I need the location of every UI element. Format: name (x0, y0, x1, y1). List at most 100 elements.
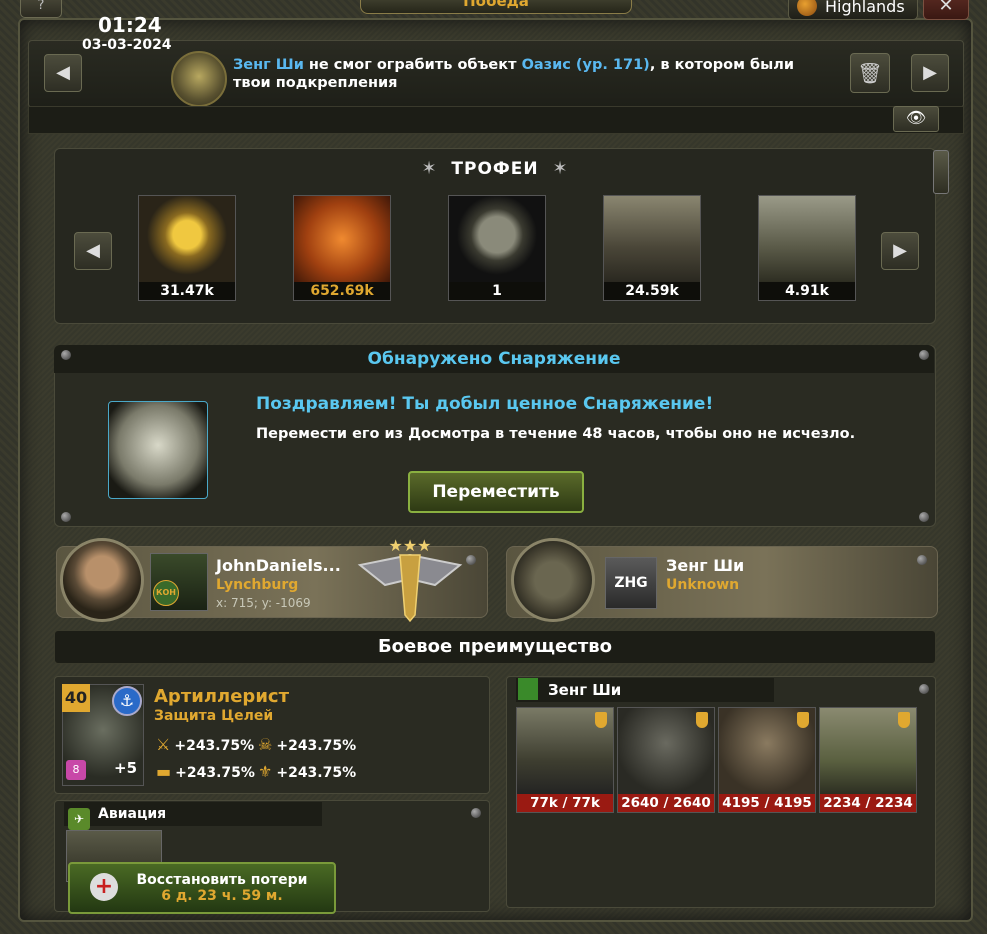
server-name: Highlands (825, 0, 905, 16)
unit-plus: +5 (114, 759, 138, 777)
bonus-attack: ⚔ +243.75% (156, 735, 254, 754)
bonus-defense: ⚜ +243.75% (258, 762, 356, 781)
defender-name[interactable]: Зенг Ши (666, 556, 744, 575)
trophies-title-text: ТРОФЕИ (451, 159, 539, 179)
arrow-left-icon: ◀ (86, 240, 100, 261)
rank-badge: 8 (66, 760, 86, 780)
shield-icon (696, 712, 708, 728)
help-button[interactable]: ? (20, 0, 62, 18)
svg-text:★★★: ★★★ (388, 536, 431, 555)
close-button[interactable]: ✕ (923, 0, 969, 20)
rivet-icon (919, 350, 929, 360)
trophy-tile[interactable]: 31.47k (138, 195, 236, 301)
report-date: 03-03-2024 (82, 37, 172, 53)
shield-icon (797, 712, 809, 728)
unit-count: 2234 / 2234 (820, 794, 916, 812)
winged-rank-emblem-icon: ★★★ (357, 536, 463, 623)
aviation-wings-icon: ✈ (68, 808, 90, 830)
rivet-icon (919, 512, 929, 522)
equipment-congrats: Поздравляем! Ты добыл ценное Снаряжение! (256, 394, 714, 414)
equipment-info: Перемести его из Досмотра в течение 48 ч… (256, 426, 856, 442)
trophy-value: 1 (449, 282, 545, 300)
equipment-title: Обнаружено Снаряжение (54, 345, 934, 373)
arrow-right-icon: ▶ (923, 62, 937, 83)
defender-unit-tile[interactable]: 77k / 77k (516, 707, 614, 813)
restore-label: Восстановить потери (136, 872, 308, 888)
scrollbar[interactable] (933, 150, 949, 194)
trophy-value: 24.59k (604, 282, 700, 300)
prev-report-button[interactable]: ◀ (44, 54, 82, 92)
defender-title: Зенг Ши (548, 681, 622, 699)
trash-icon: 🗑 (857, 61, 883, 85)
shield-icon (595, 712, 607, 728)
restore-timer: 6 д. 23 ч. 59 м. (161, 888, 283, 904)
trophy-value: 652.69k (294, 282, 390, 300)
trophies-prev-button[interactable]: ◀ (74, 232, 112, 270)
defender-city: Unknown (666, 577, 740, 593)
bonus-value: +243.75% (175, 765, 255, 781)
helmet-placeholder-icon[interactable] (511, 538, 595, 622)
actor-link[interactable]: Зенг Ши (233, 57, 304, 73)
move-button[interactable]: Переместить (408, 471, 584, 513)
defender-header: Зенг Ши (516, 678, 774, 702)
defender-unit-tile[interactable]: 4195 / 4195 (718, 707, 816, 813)
attacker-name[interactable]: JohnDaniels... (216, 556, 341, 575)
trophies-next-button[interactable]: ▶ (881, 232, 919, 270)
star-icon: ✶ (421, 158, 438, 179)
unit-count: 77k / 77k (517, 794, 613, 812)
defender-unit-tile[interactable]: 2234 / 2234 (819, 707, 917, 813)
server-selector[interactable]: Highlands (788, 0, 918, 20)
trophies-title: ✶ ТРОФЕИ ✶ (400, 158, 590, 179)
gold-star-wreath-icon (139, 196, 235, 282)
bonus-value: +243.75% (276, 738, 357, 754)
rivet-icon (61, 512, 71, 522)
next-report-button[interactable]: ▶ (911, 54, 949, 92)
skull-icon: ☠ (258, 735, 273, 754)
combat-advantage-header: Боевое преимущество (54, 630, 936, 664)
bonus-value: +243.75% (276, 765, 357, 781)
trophy-tile[interactable]: 652.69k (293, 195, 391, 301)
trophy-tile[interactable]: 1 (448, 195, 546, 301)
globe-icon (797, 0, 817, 16)
trophy-tile[interactable]: 24.59k (603, 195, 701, 301)
report-message: Зенг Ши не смог ограбить объект Оазис (у… (233, 56, 833, 92)
bonus-damage: ☠ +243.75% (258, 735, 356, 754)
anchor-icon: ⚓ (112, 686, 142, 716)
alliance-tag: КОН (153, 580, 179, 606)
attacker-alliance-badge[interactable]: КОН (150, 553, 208, 611)
attacker-coords[interactable]: x: 715; y: -1069 (216, 596, 311, 610)
equipment-camera-icon[interactable] (108, 401, 208, 499)
unit-name: Артиллерист (154, 686, 290, 707)
delete-button[interactable]: 🗑 (850, 53, 890, 93)
star-icon: ✶ (552, 158, 569, 179)
wings-icon: ⚜ (258, 762, 273, 781)
window-title: Победа (360, 0, 632, 14)
message-part-1: не смог ограбить объект (303, 57, 522, 73)
rivet-icon (466, 555, 476, 565)
view-toggle-button[interactable]: 👁 (893, 106, 939, 132)
attacker-city[interactable]: Lynchburg (216, 577, 298, 593)
defender-unit-tile[interactable]: 2640 / 2640 (617, 707, 715, 813)
rivet-icon (61, 350, 71, 360)
unit-count: 2640 / 2640 (618, 794, 714, 812)
trophy-tile[interactable]: 4.91k (758, 195, 856, 301)
arrow-right-icon: ▶ (893, 240, 907, 261)
eye-icon: 👁 (905, 108, 927, 127)
medical-cross-icon: + (90, 873, 118, 901)
defender-alliance-badge[interactable]: ZHG (605, 557, 657, 609)
trophy-value: 4.91k (759, 282, 855, 300)
report-time: 01:24 (98, 13, 162, 37)
rivet-icon (919, 684, 929, 694)
unit-subtitle: Защита Целей (154, 708, 274, 724)
rivet-icon (917, 555, 927, 565)
bonus-tank: ▬ +243.75% (156, 762, 255, 781)
attacker-avatar[interactable] (60, 538, 144, 622)
shield-icon (898, 712, 910, 728)
target-link[interactable]: Оазис (ур. 171) (522, 57, 650, 73)
unit-count: 4195 / 4195 (719, 794, 815, 812)
helmet-icon (449, 196, 545, 282)
arrow-left-icon: ◀ (56, 62, 70, 83)
attack-helicopter-icon (604, 196, 700, 282)
unit-level: 40 (62, 684, 90, 712)
aviation-header: ✈ Авиация (64, 802, 322, 830)
